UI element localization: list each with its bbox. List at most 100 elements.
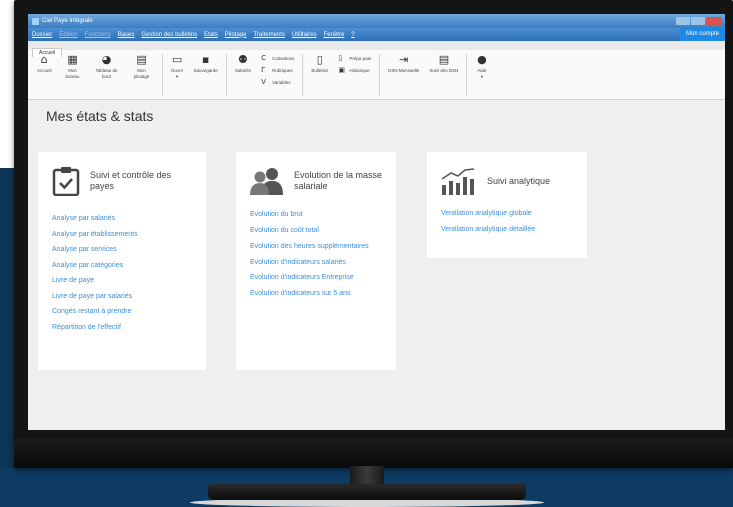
card-header: Suivi analytique [427,152,587,196]
ribbon-label: Accueil [37,68,52,73]
ribbon-label: Salariés [234,68,252,73]
window-title: Ciel Paye Intégrale [42,18,93,24]
link-indicateurs-salaries[interactable]: Evolution d'indicateurs salariés [250,259,380,267]
monitor-bezel-bottom [14,438,733,468]
ribbon-label: Historique [349,67,370,73]
ribbon-button-suivi-dsn[interactable]: ▤ Suivi des DSN [429,54,458,74]
link-analyse-etablissements[interactable]: Analyse par établissements [52,227,206,243]
menu-item-fenetre[interactable]: Fenêtre [324,32,345,38]
ribbon-label: Cotisations [272,55,295,61]
close-icon[interactable] [706,17,722,25]
link-evolution-heures-sup[interactable]: Evolution des heures supplémentaires [250,243,380,251]
cotisations-icon: C [261,54,266,62]
main-content: Mes états & stats Suivi et contrôle des … [28,100,725,430]
ribbon-label: Mon bureau [65,68,80,79]
menu-item-bases[interactable]: Bases [118,32,135,38]
ribbon-separator [302,54,304,96]
rubriques-icon: Γ [261,66,265,74]
link-livre-de-paye-salaries[interactable]: Livre de paye par salariés [52,289,206,305]
ribbon-button-bulletins[interactable]: ▯ Bulletins [311,54,328,74]
ribbon-button-aide[interactable]: ● Aide ▾ [475,54,488,79]
link-repartition-effectif[interactable]: Répartition de l'effectif [52,320,206,336]
ribbon-button-dsn-mensuelle[interactable]: ⇥ DSN Mensuelle [388,54,419,74]
link-indicateurs-5-ans[interactable]: Evolution d'indicateurs sur 5 ans [250,290,380,298]
card-suivi-analytique: Suivi analytique Ventilation analytique … [427,152,587,258]
menu-item-help[interactable]: ? [351,32,354,38]
link-livre-de-paye[interactable]: Livre de paye [52,273,206,289]
ribbon-button-historique[interactable]: ▣ Historique [338,66,371,74]
menu-item-pilotage[interactable]: Pilotage [225,32,247,38]
link-analyse-salaries[interactable]: Analyse par salariés [52,211,206,227]
menu-item-dossier[interactable]: Dossier [32,32,52,38]
app-icon [32,17,39,25]
document-icon: ▤ [136,53,147,67]
ribbon-button-mon-bureau[interactable]: ▦ Mon bureau [62,54,84,79]
ribbon-button-sauvegarde[interactable]: ▪ Sauvegarde [194,54,218,74]
link-analyse-services[interactable]: Analyse par services [52,242,206,258]
desk-grid-icon: ▦ [67,53,78,67]
report-icon: ▤ [438,53,450,67]
link-evolution-cout-total[interactable]: Evolution du coût total [250,227,380,235]
chevron-down-icon: ▾ [175,73,179,79]
link-ventilation-detaillee[interactable]: Ventilation analytique détaillée [441,226,571,234]
ribbon-button-accueil[interactable]: ⌂ Accueil [37,54,52,74]
menu-bar: Dossier Edition Fonctions Bases Gestion … [28,28,725,41]
link-analyse-categories[interactable]: Analyse par catégories [52,258,206,274]
link-list: Ventilation analytique globale Ventilati… [427,196,587,234]
ribbon-button-salaries[interactable]: ⚉ Salariés [235,54,251,74]
chevron-down-icon: ▾ [480,73,484,79]
card-title: Suivi analytique [487,175,551,186]
ribbon-button-cotisations[interactable]: C Cotisations [261,54,294,62]
link-ventilation-globale[interactable]: Ventilation analytique globale [441,210,571,218]
card-title: Suivi et contrôle des payes [90,170,172,191]
monitor-stand-neck [350,466,384,486]
card-title: Evolution de la masse salariale [294,170,383,191]
prepa-paie-icon: ▯ [338,54,343,62]
ribbon-button-ouvrir[interactable]: ▭ Ouvrir ▾ [171,54,184,79]
link-conges-restant[interactable]: Congés restant à prendre [52,304,206,320]
save-icon: ▪ [201,53,210,67]
ribbon-button-tableau-de-bord[interactable]: ◕ Tableau de bord [94,54,120,79]
ribbon-button-prepa-paie[interactable]: ▯ Prépa paie [338,54,371,62]
link-evolution-brut[interactable]: Evolution du brut [250,211,380,219]
ribbon-button-rubriques[interactable]: Γ Rubriques [261,66,294,74]
card-evolution-masse-salariale: Evolution de la masse salariale Evolutio… [236,152,396,370]
card-suivi-controle: Suivi et contrôle des payes Analyse par … [38,152,206,370]
menu-item-fonctions[interactable]: Fonctions [85,32,111,38]
page-icon: ▯ [316,53,323,67]
ribbon-separator [225,54,227,96]
export-icon: ⇥ [399,53,409,67]
ribbon-label: Prépa paie [349,55,372,61]
menu-item-traitements[interactable]: Traitements [253,32,284,38]
pie-chart-icon: ◕ [101,53,112,67]
link-indicateurs-entreprise[interactable]: Evolution d'indicateurs Entreprise [250,274,380,282]
ribbon-separator [161,54,163,96]
app-window: Ciel Paye Intégrale Dossier Edition Fonc… [28,14,725,430]
ribbon-tabs: Accueil [28,41,725,57]
monitor-stand-base [208,484,526,500]
menu-item-etats[interactable]: Etats [204,32,218,38]
title-bar: Ciel Paye Intégrale [28,14,725,28]
maximize-icon[interactable] [691,17,705,25]
account-button[interactable]: Mon compte [679,28,725,41]
menu-item-edition[interactable]: Edition [59,32,77,38]
bar-chart-trend-icon [441,168,475,195]
minimize-icon[interactable] [676,17,690,25]
link-list: Evolution du brut Evolution du coût tota… [236,196,396,298]
menu-item-utilitaires[interactable]: Utilitaires [292,32,317,38]
ribbon-group-bulletins: ▯ Prépa paie ▣ Historique [338,54,371,74]
history-icon: ▣ [338,66,345,74]
clipboard-check-icon [52,167,80,196]
ribbon-button-mon-pilotage[interactable]: ▤ Mon pilotage [130,54,154,79]
ribbon-toolbar: ⌂ Accueil ▦ Mon bureau ◕ Tableau de bord… [28,50,725,100]
folder-open-icon: ▭ [171,53,183,67]
ribbon-label: Sauvegarde [193,68,218,73]
ribbon-button-variables[interactable]: V Variables [261,78,294,86]
menu-item-gestion-bulletins[interactable]: Gestion des bulletins [141,32,197,38]
page-title: Mes états & stats [46,108,154,124]
ribbon-label: Variables [272,79,291,85]
link-list: Analyse par salariés Analyse par établis… [38,196,206,335]
users-icon: ⚉ [237,53,248,67]
ribbon-separator [466,54,468,96]
help-icon: ● [477,53,487,67]
